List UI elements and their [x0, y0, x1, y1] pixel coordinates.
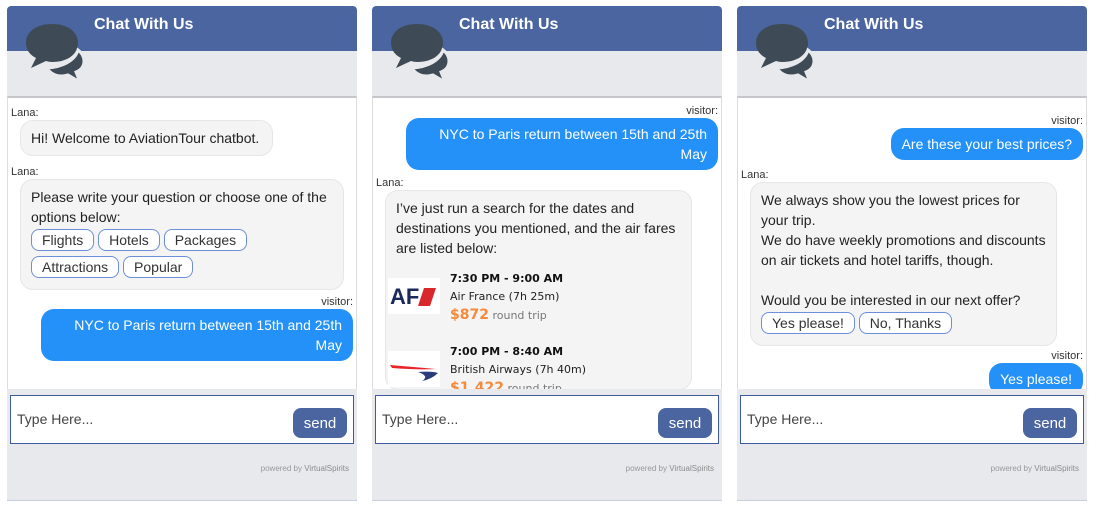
bot-message-text: I’ve just run a search for the dates and… [396, 200, 676, 256]
british-airways-logo [388, 351, 440, 387]
bot-message: We always show you the lowest prices for… [750, 182, 1057, 346]
flight-price-note: round trip [507, 382, 562, 389]
chat-title: Chat With Us [94, 16, 194, 33]
bot-message: I’ve just run a search for the dates and… [385, 190, 692, 389]
svg-text:AF: AF [390, 284, 419, 309]
option-packages[interactable]: Packages [163, 229, 248, 251]
bot-message: Hi! Welcome to AviationTour chatbot. [20, 120, 273, 156]
visitor-message: Are these your best prices? [890, 128, 1083, 160]
option-yes-please[interactable]: Yes please! [761, 312, 855, 334]
send-button[interactable]: send [293, 408, 347, 438]
message-input-box: send [375, 395, 719, 444]
message-input-box: send [740, 395, 1084, 444]
sender-label: visitor: [1051, 350, 1083, 362]
send-button[interactable]: send [1023, 408, 1077, 438]
message-input[interactable] [747, 404, 1017, 434]
visitor-message: NYC to Paris return between 15th and 25t… [406, 118, 718, 170]
powered-brand[interactable]: VirtualSpirits [1034, 464, 1079, 473]
bot-message-line: We do have weekly promotions and discoun… [761, 232, 1046, 268]
message-list[interactable]: Lana: Hi! Welcome to AviationTour chatbo… [7, 96, 357, 389]
bot-message: Please write your question or choose one… [20, 179, 344, 290]
air-france-logo: AF [388, 278, 440, 314]
flight-airline: British Airways (7h 40m) [450, 363, 587, 376]
powered-brand[interactable]: VirtualSpirits [669, 464, 714, 473]
flight-time: 7:00 PM - 8:40 AM [450, 345, 564, 358]
chat-bubbles-icon [387, 20, 449, 82]
option-flights[interactable]: Flights [31, 229, 95, 251]
powered-by: powered by VirtualSpirits [626, 464, 714, 473]
quick-replies: Flights Hotels Packages Attractions Popu… [31, 228, 333, 282]
visitor-message: Yes please! [989, 363, 1083, 389]
message-list[interactable]: visitor: Are these your best prices? Lan… [737, 96, 1087, 389]
sender-label: Lana: [741, 169, 769, 181]
bot-message-line: We always show you the lowest prices for… [761, 192, 1020, 228]
flight-price: $1,422 [450, 380, 505, 389]
sender-label: Lana: [11, 107, 39, 119]
bot-message-spacer [761, 270, 1046, 290]
message-input[interactable] [382, 404, 652, 434]
bot-message-line: Would you be interested in our next offe… [761, 292, 1021, 308]
chat-bubbles-icon [22, 20, 84, 82]
chat-bubbles-icon [752, 20, 814, 82]
flight-result[interactable]: AF 7:30 PM - 9:00 AM Air France (7h 25m)… [388, 270, 681, 325]
visitor-message: NYC to Paris return between 15th and 25t… [41, 309, 353, 361]
sender-label: visitor: [321, 296, 353, 308]
message-input[interactable] [17, 404, 287, 434]
chat-widget-1: Chat With Us Lana: Hi! Welcome to Aviati… [7, 6, 357, 501]
send-button[interactable]: send [658, 408, 712, 438]
sender-label: visitor: [1051, 115, 1083, 127]
powered-by: powered by VirtualSpirits [261, 464, 349, 473]
powered-prefix: powered by [990, 464, 1032, 473]
chat-title: Chat With Us [824, 16, 924, 33]
powered-by: powered by VirtualSpirits [991, 464, 1079, 473]
powered-brand[interactable]: VirtualSpirits [304, 464, 349, 473]
chat-widget-2: Chat With Us visitor: NYC to Paris retur… [372, 6, 722, 501]
flight-time: 7:30 PM - 9:00 AM [450, 272, 564, 285]
sender-label: Lana: [376, 177, 404, 189]
flight-price-note: round trip [492, 309, 547, 322]
sender-label: Lana: [11, 166, 39, 178]
powered-prefix: powered by [260, 464, 302, 473]
powered-prefix: powered by [625, 464, 667, 473]
chat-widget-3: Chat With Us visitor: Are these your bes… [737, 6, 1087, 501]
sender-label: visitor: [686, 105, 718, 117]
option-popular[interactable]: Popular [123, 256, 194, 278]
message-list[interactable]: visitor: NYC to Paris return between 15t… [372, 96, 722, 389]
chat-title: Chat With Us [459, 16, 559, 33]
option-no-thanks[interactable]: No, Thanks [858, 312, 953, 334]
flight-airline: Air France (7h 25m) [450, 290, 560, 303]
message-input-box: send [10, 395, 354, 444]
option-attractions[interactable]: Attractions [31, 256, 120, 278]
bot-message-text: Please write your question or choose one… [31, 189, 327, 225]
flight-price: $872 [450, 307, 489, 323]
option-hotels[interactable]: Hotels [98, 229, 160, 251]
quick-replies: Yes please! No, Thanks [761, 311, 1046, 338]
flight-result[interactable]: 7:00 PM - 8:40 AM British Airways (7h 40… [388, 343, 681, 389]
